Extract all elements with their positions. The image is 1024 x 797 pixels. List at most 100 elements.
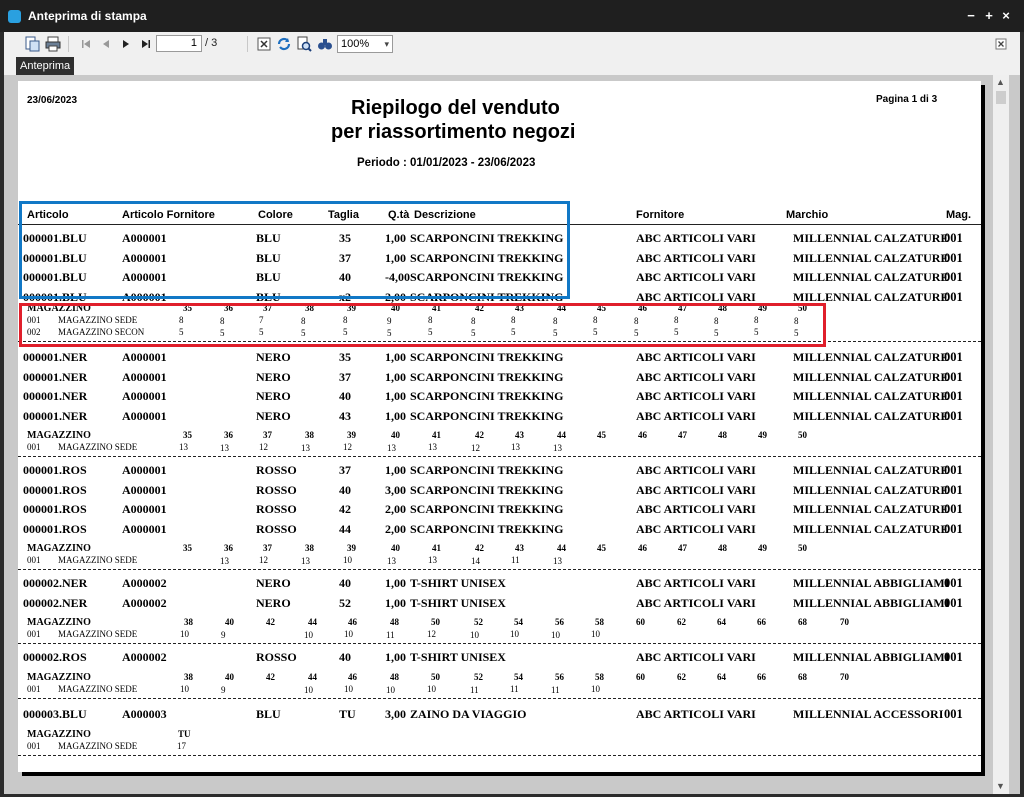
cell-articolo: 000001.ROS (23, 482, 87, 497)
cell-fornitore: ABC ARTICOLI VARI (636, 650, 756, 664)
cell-mag: 001 (944, 482, 963, 497)
stock-value: 9 (221, 684, 226, 695)
cell-taglia: 40 (339, 482, 351, 497)
size-header: 70 (840, 617, 849, 627)
cell-marchio: MILLENNIAL CALZATURE (793, 521, 949, 536)
size-header: 50 (798, 430, 807, 440)
cell-articolo-fornitore: A000001 (122, 350, 167, 364)
magazzino-label: MAGAZZINO (27, 617, 91, 628)
page-setup-icon[interactable] (24, 36, 40, 52)
size-header: 50 (798, 543, 807, 553)
cell-colore: NERO (256, 595, 291, 610)
cell-taglia: 40 (339, 650, 351, 664)
size-header: 48 (390, 671, 399, 682)
cell-fornitore: ABC ARTICOLI VARI (636, 502, 756, 516)
cell-taglia: TU (339, 707, 356, 721)
size-header: 50 (431, 617, 440, 627)
cell-mag: 001 (944, 389, 963, 403)
stock-value: 12 (427, 629, 436, 639)
stock-value: 13 (220, 556, 229, 566)
header-mag: Mag. (946, 209, 972, 221)
cell-articolo: 000002.NER (23, 576, 88, 590)
stock-value: 11 (470, 684, 479, 695)
cell-articolo: 000001.NER (23, 369, 88, 384)
maximize-button[interactable]: + (982, 8, 996, 23)
cell-marchio: MILLENNIAL CALZATURE (793, 502, 949, 516)
find-icon[interactable] (317, 36, 333, 52)
cell-mag: 001 (944, 463, 963, 477)
cell-qta: 3,00 (385, 707, 406, 721)
size-header: 43 (515, 430, 524, 440)
cell-qta: 1,00 (385, 389, 406, 403)
cell-marchio: MILLENNIAL CALZATURE (793, 350, 949, 364)
size-header: 62 (677, 617, 686, 627)
previous-page-icon[interactable] (98, 36, 114, 52)
close-preview-icon[interactable] (256, 36, 272, 52)
cell-descrizione: T-SHIRT UNISEX (410, 576, 506, 590)
size-header: 40 (225, 671, 234, 682)
cell-articolo: 000002.ROS (23, 650, 87, 664)
vertical-scrollbar[interactable]: ▲ ▼ (993, 75, 1009, 794)
stock-name: MAGAZZINO SEDE (58, 555, 138, 565)
close-button[interactable]: × (999, 8, 1013, 23)
size-header: 52 (474, 671, 483, 682)
size-header: 68 (798, 671, 807, 682)
print-icon[interactable] (45, 36, 61, 52)
next-page-icon[interactable] (118, 36, 134, 52)
header-marchio: Marchio (786, 209, 829, 221)
cell-articolo-fornitore: A000001 (122, 482, 167, 497)
stock-value: 13 (428, 442, 437, 452)
page-number-input[interactable]: 1 (156, 35, 202, 52)
refresh-icon[interactable] (276, 36, 292, 52)
zoom-page-icon[interactable] (296, 36, 312, 52)
size-header: 47 (678, 430, 687, 440)
cell-articolo-fornitore: A000001 (122, 502, 167, 516)
minimize-button[interactable]: − (964, 8, 978, 23)
cell-fornitore: ABC ARTICOLI VARI (636, 707, 756, 721)
size-header: 38 (305, 430, 314, 440)
cell-descrizione: SCARPONCINI TREKKING (410, 521, 564, 536)
size-header: 44 (557, 543, 566, 553)
cell-fornitore: ABC ARTICOLI VARI (636, 250, 756, 265)
cell-marchio: MILLENNIAL ABBIGLIAMI (793, 650, 950, 664)
cell-marchio: MILLENNIAL ABBIGLIAMI (793, 576, 950, 590)
cell-marchio: MILLENNIAL CALZATURE (793, 463, 949, 477)
size-header: 40 (391, 543, 400, 553)
stock-name: MAGAZZINO SEDE (58, 442, 138, 452)
zoom-value: 100% (341, 38, 370, 50)
size-header: 60 (636, 617, 645, 627)
zoom-select[interactable]: 100% ▾ (337, 35, 393, 53)
scroll-up-icon[interactable]: ▲ (996, 77, 1005, 87)
size-header: 66 (757, 617, 766, 627)
scroll-down-icon[interactable]: ▼ (996, 781, 1005, 791)
cell-qta: 2,00 (385, 521, 406, 536)
group-divider (18, 643, 981, 644)
last-page-icon[interactable] (138, 36, 154, 52)
stock-value: 13 (553, 556, 562, 566)
cell-marchio: MILLENNIAL CALZATURE (793, 231, 949, 245)
size-header: 46 (348, 617, 357, 627)
cell-colore: NERO (256, 369, 291, 384)
cell-qta: 1,00 (385, 576, 406, 590)
cell-fornitore: ABC ARTICOLI VARI (636, 408, 756, 423)
stock-code: 001 (27, 442, 41, 452)
cell-fornitore: ABC ARTICOLI VARI (636, 463, 756, 477)
size-header: 46 (348, 671, 357, 682)
cell-taglia: 35 (339, 350, 351, 364)
cell-descrizione: SCARPONCINI TREKKING (410, 408, 564, 423)
cell-descrizione: ZAINO DA VIAGGIO (410, 707, 527, 721)
cell-qta: 3,00 (385, 482, 406, 497)
close-panel-icon[interactable] (993, 36, 1009, 52)
size-header: 46 (638, 430, 647, 440)
first-page-icon[interactable] (78, 36, 94, 52)
cell-marchio: MILLENNIAL CALZATURE (793, 270, 949, 284)
cell-fornitore: ABC ARTICOLI VARI (636, 270, 756, 284)
size-header: 40 (225, 617, 234, 627)
size-header: 48 (718, 543, 727, 553)
scrollbar-thumb[interactable] (996, 91, 1006, 104)
size-header: 45 (597, 430, 606, 440)
stock-value: 13 (179, 442, 188, 452)
stock-value: 14 (471, 556, 480, 566)
stock-value: 13 (387, 443, 396, 453)
size-header: 52 (474, 617, 483, 627)
